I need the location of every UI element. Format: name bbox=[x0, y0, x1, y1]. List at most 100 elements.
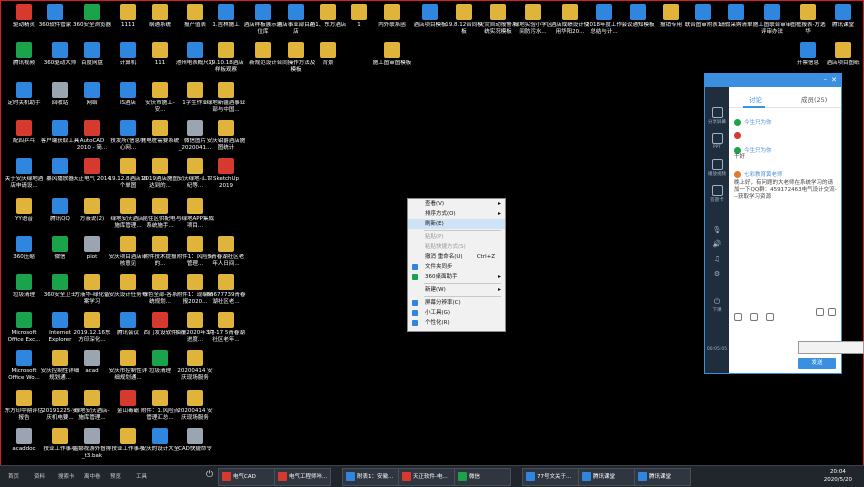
power-icon[interactable]: ⏻ bbox=[206, 470, 213, 480]
context-menu-item[interactable]: 粘贴(P) bbox=[408, 232, 505, 242]
sidebar-tool-icon bbox=[711, 185, 723, 196]
menu-separator bbox=[424, 230, 501, 231]
taskbar-shortcut[interactable]: 离中卷 bbox=[84, 472, 101, 480]
taskbar-button[interactable]: 电气工程师咔... bbox=[274, 468, 331, 486]
menu-item-label: 360桌面助手 bbox=[425, 274, 458, 280]
taskbar-button[interactable]: 电气CAD bbox=[218, 468, 275, 486]
submenu-arrow-icon: ▸ bbox=[497, 286, 501, 293]
context-menu-item[interactable]: 排序方式(O) ▸ bbox=[408, 209, 505, 219]
avatar bbox=[734, 118, 741, 126]
context-menu-item[interactable]: 文件夹同步 bbox=[408, 262, 505, 272]
app-icon bbox=[526, 472, 535, 481]
context-menu-item[interactable]: 屏幕分辨率(C) bbox=[408, 298, 505, 308]
context-menu: 查看(V) ▸ 排序方式(O) ▸ 刷新(E) 粘贴(P) 粘贴快捷方式(S) 撤消 重命名(… bbox=[407, 198, 506, 332]
taskbar-button[interactable]: 微信 bbox=[454, 468, 511, 486]
sidebar-button-label: 播放视频 bbox=[708, 172, 726, 177]
chat-sidebar-button[interactable]: 分享屏幕 bbox=[705, 107, 729, 125]
context-menu-item[interactable]: 小工具(G) bbox=[408, 308, 505, 318]
mic-icon[interactable]: 🎙 bbox=[707, 226, 727, 234]
app-icon bbox=[222, 472, 231, 481]
taskbar-shortcut[interactable]: 预览 bbox=[110, 472, 121, 480]
avatar bbox=[734, 146, 741, 154]
message-list: 今生只为你 今生只为你 干好 七彩教育黄老师 晚上好，有问题的大老师在系统学习的请加一下… bbox=[729, 108, 841, 278]
sidebar-button-label: 答题卡 bbox=[710, 198, 724, 203]
context-menu-item[interactable]: 新建(W) ▸ bbox=[408, 285, 505, 295]
image-icon[interactable] bbox=[766, 313, 774, 321]
message-text: 干好 bbox=[734, 154, 746, 160]
taskbar-shortcut[interactable]: 搜索卡 bbox=[58, 472, 75, 480]
close-icon[interactable]: ✕ bbox=[831, 76, 837, 84]
submenu-arrow-icon: ▸ bbox=[497, 273, 501, 280]
context-menu-item[interactable]: 撤消 重命名(U) Ctrl+Z bbox=[408, 252, 505, 262]
taskbar-button[interactable]: 77号文关于... bbox=[522, 468, 579, 486]
menu-item-label: 刷新(E) bbox=[425, 221, 444, 227]
menu-item-label: 文件夹同步 bbox=[425, 264, 453, 270]
app-icon bbox=[458, 472, 467, 481]
chat-message: 七彩教育黄老师 bbox=[734, 170, 837, 178]
tab-discuss[interactable]: 讨论 bbox=[749, 94, 762, 104]
message-sender: 七彩教育黄老师 bbox=[744, 172, 783, 178]
emoji-icon[interactable] bbox=[734, 313, 742, 321]
menu-item-label: 撤消 重命名(U) bbox=[425, 254, 463, 260]
chat-message: 晚上好，有问题的大老师在系统学习的请加一下QQ群：459172463电气设计交流… bbox=[734, 180, 837, 201]
ime-toolbar[interactable] bbox=[798, 341, 864, 354]
sidebar-button-label: PPT bbox=[712, 145, 722, 150]
submenu-arrow-icon: ▸ bbox=[497, 210, 501, 217]
taskbar-button-label: 天正软件-电... bbox=[413, 474, 448, 480]
avatar bbox=[734, 132, 741, 139]
context-menu-item[interactable]: 刷新(E) bbox=[408, 219, 505, 229]
gear-icon[interactable] bbox=[828, 308, 836, 316]
menu-item-label: 个性化(R) bbox=[425, 320, 450, 326]
settings-icon[interactable]: ⚙ bbox=[707, 270, 727, 278]
context-menu-item[interactable]: 360桌面助手 ▸ bbox=[408, 272, 505, 282]
menu-item-icon bbox=[412, 274, 418, 280]
taskbar-button-label: 附表1：安徽... bbox=[357, 474, 394, 480]
taskbar-button-label: 77号文关于... bbox=[537, 474, 572, 480]
taskbar-button-label: 微信 bbox=[469, 474, 481, 480]
taskbar-shortcut[interactable]: 首页 bbox=[8, 472, 19, 480]
leave-button[interactable]: ⏻ 下课 bbox=[707, 297, 727, 313]
power-icon: ⏻ bbox=[713, 297, 721, 306]
flower-icon[interactable] bbox=[816, 308, 824, 316]
chat-message bbox=[734, 132, 837, 139]
context-menu-item[interactable]: 个性化(R) bbox=[408, 318, 505, 328]
taskbar-button[interactable]: 附表1：安徽... bbox=[342, 468, 399, 486]
taskbar-button[interactable]: 腾讯课堂 bbox=[634, 468, 691, 486]
taskbar-button-label: 电气CAD bbox=[233, 474, 256, 480]
chat-panel: ✕ – 🎙 🔊 ♫ ⚙ ⏻ 下课 00:05:05 分享屏幕 PPT 播放视频 答题卡… bbox=[704, 73, 842, 374]
menu-separator bbox=[424, 296, 501, 297]
sidebar-tool-icon bbox=[711, 159, 723, 170]
scissors-icon[interactable] bbox=[750, 313, 758, 321]
taskbar-button[interactable]: 天正软件-电... bbox=[398, 468, 455, 486]
taskbar: ⏻ 20:04 2020/5/20 首页 资料 搜索卡 离中卷 预览 工具 电气CAD 电气工… bbox=[0, 465, 864, 487]
context-menu-item[interactable]: 查看(V) ▸ bbox=[408, 199, 505, 209]
context-menu-item[interactable]: 粘贴快捷方式(S) bbox=[408, 242, 505, 252]
taskbar-shortcut[interactable]: 工具 bbox=[136, 472, 147, 480]
submenu-arrow-icon: ▸ bbox=[497, 200, 501, 207]
app-icon bbox=[402, 472, 411, 481]
message-sender: 今生只为你 bbox=[744, 120, 772, 126]
taskbar-button[interactable]: 腾讯课堂 bbox=[578, 468, 635, 486]
system-clock[interactable]: 20:04 2020/5/20 bbox=[824, 468, 852, 484]
menu-item-label: 粘贴(P) bbox=[425, 234, 444, 240]
send-button[interactable]: 发送 bbox=[798, 358, 836, 369]
chat-sidebar-button[interactable]: 播放视频 bbox=[705, 159, 729, 177]
music-icon[interactable]: ♫ bbox=[707, 255, 727, 263]
chat-message: 干好 bbox=[734, 154, 837, 161]
chat-toolbar bbox=[729, 306, 841, 321]
minimize-icon[interactable]: – bbox=[824, 75, 828, 83]
tab-members[interactable]: 成员(25) bbox=[801, 94, 827, 104]
menu-item-label: 新建(W) bbox=[425, 287, 446, 293]
chat-titlebar[interactable]: ✕ – bbox=[705, 74, 841, 87]
sidebar-button-label: 分享屏幕 bbox=[708, 120, 726, 125]
speaker-icon[interactable]: 🔊 bbox=[707, 240, 727, 248]
menu-item-label: 排序方式(O) bbox=[425, 211, 456, 217]
chat-message: 今生只为你 bbox=[734, 118, 837, 126]
app-icon bbox=[582, 472, 591, 481]
taskbar-shortcut[interactable]: 资料 bbox=[34, 472, 45, 480]
chat-sidebar-button[interactable]: 答题卡 bbox=[705, 185, 729, 203]
chat-sidebar-button[interactable]: PPT bbox=[705, 133, 729, 150]
avatar bbox=[734, 170, 741, 178]
menu-item-icon bbox=[412, 300, 418, 306]
menu-item-icon bbox=[412, 264, 418, 270]
